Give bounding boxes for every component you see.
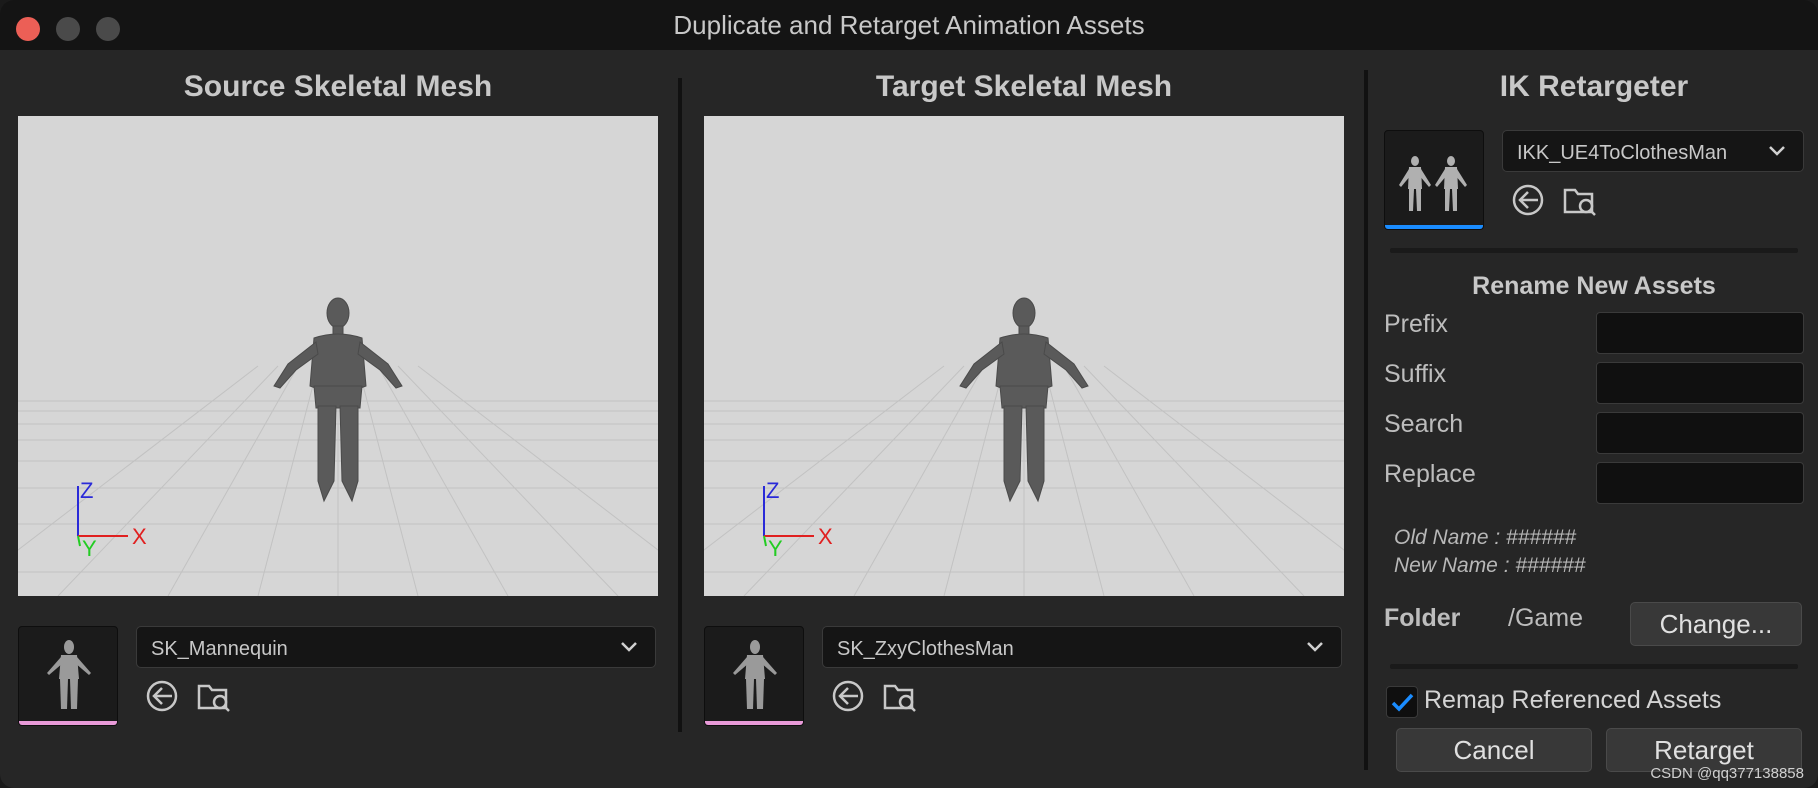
target-viewport[interactable]: Z X Y <box>704 116 1344 596</box>
browse-icon[interactable] <box>196 678 232 714</box>
browse-icon[interactable] <box>1562 182 1598 218</box>
folder-label: Folder <box>1384 604 1461 632</box>
suffix-field[interactable] <box>1596 362 1804 404</box>
retargeter-value: IKK_UE4ToClothesMan <box>1517 142 1728 164</box>
asset-type-bar <box>705 721 803 725</box>
axis-z-label: Z <box>80 478 93 503</box>
chevron-down-icon <box>621 642 637 652</box>
replace-field[interactable] <box>1596 462 1804 504</box>
source-mesh-thumbnail[interactable] <box>18 626 118 726</box>
remap-label: Remap Referenced Assets <box>1424 686 1722 714</box>
target-panel-title: Target Skeletal Mesh <box>875 70 1173 103</box>
axis-y-label: Y <box>82 536 97 561</box>
retargeter-panel-title: IK Retargeter <box>1499 70 1689 103</box>
rename-heading: Rename New Assets <box>1472 272 1716 300</box>
old-name-preview: Old Name : ###### <box>1394 526 1577 549</box>
section-divider <box>1390 664 1798 669</box>
source-viewport[interactable]: Z X Y <box>18 116 658 596</box>
source-mesh-combo[interactable]: SK_Mannequin <box>136 626 656 668</box>
chevron-down-icon <box>1307 642 1323 652</box>
cancel-button[interactable]: Cancel <box>1396 728 1592 772</box>
panel-divider <box>1364 70 1368 770</box>
use-selected-icon[interactable] <box>144 678 180 714</box>
retargeter-combo[interactable]: IKK_UE4ToClothesMan <box>1502 130 1804 172</box>
asset-type-bar <box>19 721 117 725</box>
folder-path: /Game <box>1508 604 1584 632</box>
section-divider <box>1390 248 1798 253</box>
replace-label: Replace <box>1384 460 1476 488</box>
prefix-label: Prefix <box>1384 310 1448 338</box>
dialog-window: Duplicate and Retarget Animation Assets … <box>0 0 1818 788</box>
chevron-down-icon <box>1769 146 1785 156</box>
panel-divider <box>678 78 682 732</box>
source-mesh-value: SK_Mannequin <box>151 638 288 660</box>
browse-icon[interactable] <box>882 678 918 714</box>
axis-z-label: Z <box>766 478 779 503</box>
prefix-field[interactable] <box>1596 312 1804 354</box>
new-name-preview: New Name : ###### <box>1394 554 1586 577</box>
remap-checkbox[interactable] <box>1386 686 1418 718</box>
source-panel-title: Source Skeletal Mesh <box>183 70 493 103</box>
axis-x-label: X <box>132 524 147 549</box>
axis-y-label: Y <box>768 536 783 561</box>
asset-type-bar <box>1385 225 1483 229</box>
target-mesh-value: SK_ZxyClothesMan <box>837 638 1014 660</box>
retargeter-thumbnail[interactable] <box>1384 130 1484 230</box>
axis-gizmo: Z X Y <box>763 478 833 561</box>
checkmark-icon <box>1391 693 1414 712</box>
change-folder-button[interactable]: Change... <box>1630 602 1802 646</box>
target-mesh-thumbnail[interactable] <box>704 626 804 726</box>
watermark: CSDN @qq377138858 <box>1650 765 1804 782</box>
axis-gizmo: Z X Y <box>77 478 147 561</box>
suffix-label: Suffix <box>1384 360 1447 388</box>
use-selected-icon[interactable] <box>1510 182 1546 218</box>
use-selected-icon[interactable] <box>830 678 866 714</box>
target-mesh-combo[interactable]: SK_ZxyClothesMan <box>822 626 1342 668</box>
window-title: Duplicate and Retarget Animation Assets <box>673 10 1145 40</box>
search-label: Search <box>1384 410 1464 438</box>
axis-x-label: X <box>818 524 833 549</box>
title-bar: Duplicate and Retarget Animation Assets <box>0 0 1818 50</box>
search-field[interactable] <box>1596 412 1804 454</box>
